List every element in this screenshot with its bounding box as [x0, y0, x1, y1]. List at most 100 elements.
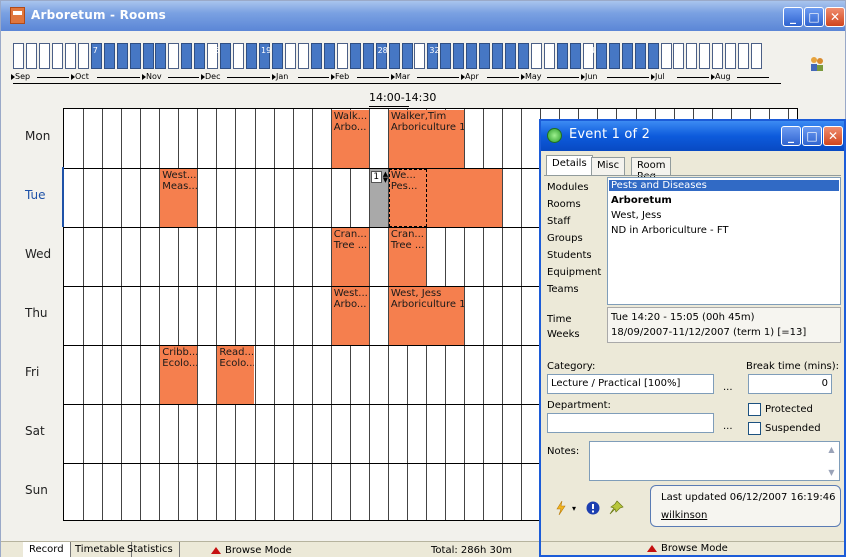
week-strip[interactable]: 7 16 19 28 32 44 [13, 43, 781, 71]
week-cell[interactable] [608, 43, 620, 69]
timetable-event[interactable]: West... Meas... [160, 169, 198, 227]
week-cell[interactable] [233, 43, 245, 69]
pin-icon[interactable] [608, 500, 624, 516]
clash-spinner-icon[interactable]: ▲ ▼ [383, 171, 388, 184]
resource-list[interactable]: Pests and Diseases Arboretum West, Jess … [607, 177, 841, 305]
scroll-down-icon[interactable]: ▼ [825, 466, 838, 479]
alert-icon[interactable] [586, 501, 600, 515]
category-ellipsis-button[interactable]: ... [723, 382, 733, 393]
week-cell[interactable] [712, 43, 724, 69]
dialog-minimize-button[interactable]: _ [781, 126, 801, 146]
week-cell[interactable] [673, 43, 685, 69]
week-cell[interactable] [414, 43, 426, 69]
category-field[interactable]: Lecture / Practical [100%] [547, 374, 714, 394]
tab-misc[interactable]: Misc [591, 157, 626, 175]
clash-count-badge[interactable]: 1 [370, 171, 382, 183]
week-cell[interactable]: 19 [259, 43, 271, 69]
week-cell[interactable] [220, 43, 232, 69]
week-cell[interactable] [77, 43, 89, 69]
week-cell[interactable] [38, 43, 50, 69]
week-cell[interactable] [116, 43, 128, 69]
break-time-field[interactable]: 0 [748, 374, 832, 394]
week-cell[interactable] [492, 43, 504, 69]
week-cell[interactable]: 16 [207, 43, 219, 69]
week-cell[interactable] [323, 43, 335, 69]
week-cell[interactable] [725, 43, 737, 69]
week-cell[interactable] [440, 43, 452, 69]
department-field[interactable] [547, 413, 714, 433]
protected-checkbox[interactable] [748, 403, 761, 416]
maximize-button[interactable]: □ [804, 7, 824, 27]
week-cell[interactable] [595, 43, 607, 69]
week-cell[interactable] [129, 43, 141, 69]
timetable-event[interactable]: Cribb... Ecolo... [160, 346, 198, 404]
week-cell[interactable] [686, 43, 698, 69]
week-cell[interactable] [505, 43, 517, 69]
timetable-event[interactable]: Walker,Tim Arboriculture 1 [388, 110, 465, 168]
week-cell[interactable] [336, 43, 348, 69]
week-cell[interactable] [388, 43, 400, 69]
week-cell[interactable] [246, 43, 258, 69]
week-cell[interactable] [466, 43, 478, 69]
list-item[interactable]: ND in Arboriculture - FT [611, 225, 729, 236]
timetable-event[interactable]: Cran... Tree ... [388, 228, 426, 286]
week-cell[interactable]: 44 [582, 43, 595, 69]
notes-field[interactable]: ▲ ▼ [589, 441, 840, 481]
week-cell[interactable] [168, 43, 180, 69]
week-cell[interactable] [543, 43, 555, 69]
week-cell[interactable] [194, 43, 206, 69]
clash-cell[interactable]: 1 ▲ ▼ [369, 169, 388, 227]
week-cell[interactable] [751, 43, 763, 69]
list-item[interactable]: Pests and Diseases [609, 180, 839, 191]
week-cell[interactable] [362, 43, 374, 69]
dropdown-arrow-icon[interactable]: ▾ [572, 504, 576, 513]
week-cell[interactable] [155, 43, 167, 69]
selected-event-outline[interactable] [388, 169, 427, 227]
week-cell[interactable] [634, 43, 646, 69]
week-cell[interactable] [181, 43, 193, 69]
week-cell[interactable] [25, 43, 37, 69]
week-cell[interactable] [64, 43, 76, 69]
week-cell[interactable] [453, 43, 465, 69]
week-cell[interactable] [621, 43, 633, 69]
week-cell[interactable] [51, 43, 63, 69]
tab-record[interactable]: Record [23, 542, 71, 557]
week-cell[interactable] [310, 43, 322, 69]
week-cell[interactable] [660, 43, 672, 69]
lightning-icon[interactable] [555, 501, 567, 515]
week-cell[interactable] [647, 43, 659, 69]
week-cell[interactable] [297, 43, 309, 69]
week-cell[interactable]: 7 [90, 43, 102, 69]
timetable-event[interactable]: West, Jess Arboriculture 1 [388, 287, 465, 345]
department-ellipsis-button[interactable]: ... [723, 421, 733, 432]
week-cell[interactable] [479, 43, 491, 69]
close-button[interactable]: ✕ [825, 7, 845, 27]
scroll-up-icon[interactable]: ▲ [825, 443, 838, 456]
tab-room-req[interactable]: Room Req [631, 157, 672, 182]
week-cell[interactable] [272, 43, 283, 69]
week-cell[interactable] [556, 43, 568, 69]
week-cell[interactable] [531, 43, 542, 69]
suspended-checkbox[interactable] [748, 422, 761, 435]
timetable-event[interactable]: Walk... Arbo... [331, 110, 369, 168]
dialog-maximize-button[interactable]: □ [802, 126, 822, 146]
list-item[interactable]: West, Jess [611, 210, 661, 221]
dialog-titlebar[interactable]: Event 1 of 2 _ □ ✕ [541, 121, 844, 151]
minimize-button[interactable]: _ [783, 7, 803, 27]
week-cell[interactable] [569, 43, 581, 69]
people-icon[interactable] [809, 56, 825, 72]
dialog-close-button[interactable]: ✕ [823, 126, 843, 146]
week-cell[interactable] [142, 43, 154, 69]
main-titlebar[interactable]: Arboretum - Rooms _ □ ✕ [1, 1, 845, 31]
week-cell[interactable] [284, 43, 296, 69]
tab-statistics[interactable]: Statistics [121, 542, 180, 557]
timetable-event[interactable]: West... Arbo... [331, 287, 369, 345]
timetable-event[interactable]: Cran... Tree ... [331, 228, 369, 286]
week-cell[interactable]: 32 [427, 43, 440, 69]
timetable-event[interactable]: Read... Ecolo... [217, 346, 255, 404]
week-cell[interactable]: 28 [375, 43, 388, 69]
week-cell[interactable] [401, 43, 413, 69]
list-item[interactable]: Arboretum [611, 195, 672, 206]
week-cell[interactable] [13, 43, 24, 69]
week-cell[interactable] [738, 43, 750, 69]
